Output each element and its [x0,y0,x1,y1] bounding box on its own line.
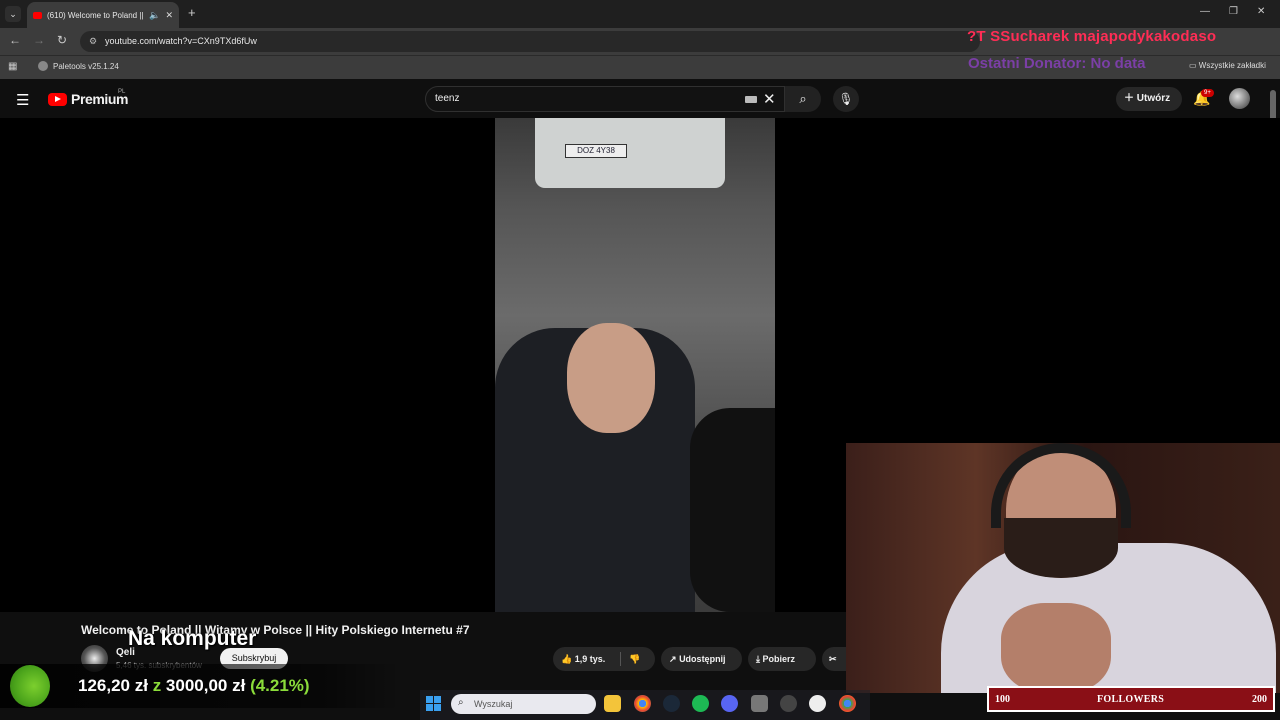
menu-icon[interactable]: ☰ [16,91,29,109]
taskbar-search-icon: ⌕ [458,697,464,708]
followers-goal-bar: 100 FOLLOWERS 200 [987,686,1275,712]
tab-close-icon[interactable]: ✕ [165,10,173,21]
notifications-badge: 9+ [1201,89,1214,97]
all-bookmarks-label: Wszystkie zakładki [1198,61,1266,70]
tire-image [690,408,775,612]
followers-min: 100 [995,694,1010,705]
create-button[interactable]: ＋ Utwórz [1116,87,1182,111]
speaker-icon[interactable]: 🔈 [149,10,160,21]
like-divider [620,652,621,666]
account-avatar[interactable] [1229,88,1250,109]
tab-title: (610) Welcome to Poland || [47,10,144,20]
stream-caption: Na komputer [128,627,257,650]
spotify-icon[interactable] [692,695,709,712]
download-icon: ⤓ [756,654,760,664]
scissors-icon: ✂ [829,654,837,664]
share-label: Udostępnij [679,654,726,664]
download-button[interactable]: ⤓ Pobierz [748,647,816,671]
create-label: Utwórz [1136,93,1171,104]
like-count: 1,9 tys. [574,654,606,664]
play-logo-icon [48,92,67,106]
webcam-overlay [846,443,1280,693]
browser-tab[interactable]: (610) Welcome to Poland || 🔈 ✕ [27,2,179,28]
site-info-icon[interactable]: ⚙ [89,36,97,47]
apps-grid-icon[interactable]: ▦ [8,61,17,72]
bookmark-label: Paletools v25.1.24 [53,61,119,71]
share-button[interactable]: ↗ Udostępnij [661,647,742,671]
donation-goal-progress [10,665,50,707]
forward-icon[interactable]: → [33,33,45,47]
file-explorer-icon[interactable] [604,695,621,712]
followers-label: FOLLOWERS [1097,694,1165,705]
share-icon: ↗ [669,654,677,664]
taskbar-search[interactable]: Wyszukaj [451,694,596,714]
headphones-image [991,443,1131,528]
steam-icon[interactable] [663,695,680,712]
thumbs-down-icon[interactable]: 👎 [629,647,640,671]
license-plate: DOZ 4Y38 [565,144,627,158]
chrome-icon-2[interactable] [839,695,856,712]
close-window-icon[interactable]: ✕ [1257,6,1265,17]
clip-button[interactable]: ✂ [822,647,846,671]
stream-ticker-overlay: ?T SSucharek majapodykakodaso [967,28,1217,45]
keyboard-icon[interactable] [745,96,757,103]
maximize-icon[interactable]: ❐ [1229,6,1238,17]
last-donator-overlay: Ostatni Donator: No data [968,55,1146,72]
reload-icon[interactable]: ↻ [57,33,67,47]
goal-current: 126,20 zł [78,676,148,695]
back-icon[interactable]: ← [9,33,21,47]
minimize-icon[interactable]: — [1200,6,1210,17]
goal-target: 3000,00 zł [165,676,246,695]
globe-icon [38,61,48,71]
donation-goal-text: 126,20 zł z 3000,00 zł (4.21%) [78,676,310,696]
windows-start-icon[interactable] [426,696,441,711]
thumbs-up-icon: 👍 [561,654,573,664]
goal-percent: (4.21%) [250,676,310,695]
webcam-shirt-image [941,543,1276,693]
search-input[interactable]: teenz [425,86,785,112]
video-frame[interactable]: DOZ 4Y38 [495,118,775,612]
search-icon: ⌕ [799,91,807,106]
van-image: DOZ 4Y38 [535,118,725,188]
app-icon[interactable] [751,695,768,712]
tab-search-button[interactable]: ⌄ [5,6,21,22]
youtube-logo[interactable]: Premium PL [48,89,129,107]
voice-search-button[interactable]: 🎙 [833,86,859,112]
youtube-favicon-icon [33,11,42,19]
app-icon-3[interactable] [809,695,826,712]
bookmark-paletools[interactable]: Paletools v25.1.24 [38,61,119,71]
download-label: Pobierz [762,654,796,664]
app-icon-2[interactable] [780,695,797,712]
webcam-hands-image [1001,603,1111,693]
discord-icon[interactable] [721,695,738,712]
search-button[interactable]: ⌕ [785,86,821,112]
clear-search-icon[interactable]: ✕ [763,90,776,108]
new-tab-button[interactable]: + [188,5,196,20]
address-bar[interactable]: youtube.com/watch?v=CXn9TXd6fUw [80,31,980,52]
followers-max: 200 [1252,694,1267,705]
all-bookmarks[interactable]: ▭ Wszystkie zakładki [1189,61,1266,70]
like-button[interactable]: 👍 1,9 tys. 👎 [553,647,655,671]
person-head-image [567,323,655,433]
microphone-icon: 🎙 [838,92,854,106]
goal-separator: z [152,676,162,695]
logo-region: PL [118,89,126,95]
chrome-icon[interactable] [634,695,651,712]
